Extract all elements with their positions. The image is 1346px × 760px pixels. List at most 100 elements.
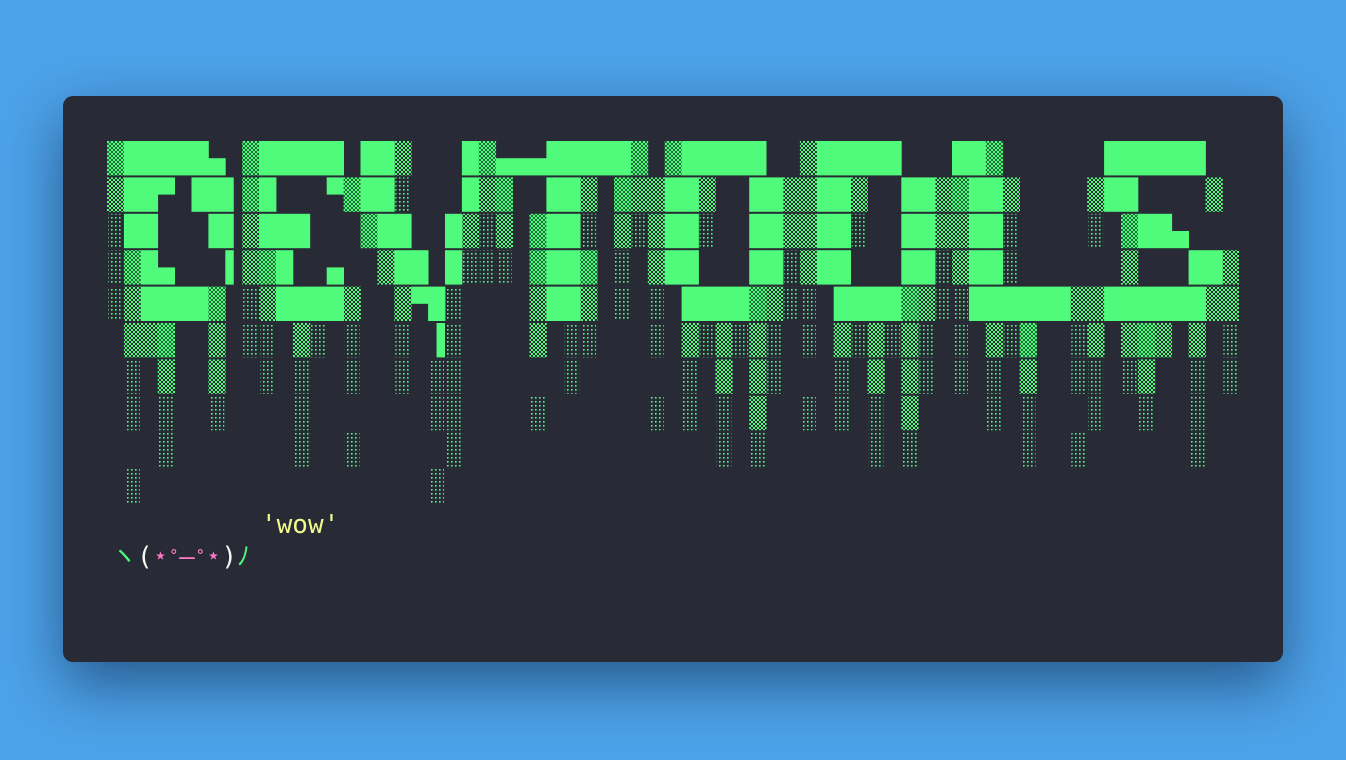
left-star: ⋆ bbox=[152, 542, 169, 572]
banner-block-full bbox=[749, 213, 767, 249]
banner-block-full bbox=[123, 213, 142, 249]
banner-block-full bbox=[191, 141, 209, 176]
banner-block-light bbox=[1138, 395, 1154, 431]
banner-block-dark bbox=[901, 286, 919, 321]
banner-block-medium bbox=[580, 177, 598, 212]
banner-block-dark bbox=[360, 213, 378, 249]
banner-block-full bbox=[681, 286, 699, 321]
banner-block-medium bbox=[292, 323, 311, 358]
banner-block-full bbox=[292, 286, 311, 321]
banner-block-full bbox=[563, 286, 581, 321]
banner-block-light bbox=[733, 323, 749, 358]
banner-block-medium bbox=[1087, 286, 1105, 321]
banner-block-medium bbox=[681, 323, 699, 358]
banner-block-medium bbox=[107, 177, 125, 212]
banner-block-full bbox=[157, 141, 175, 176]
banner-block-medium bbox=[1087, 177, 1105, 212]
banner-block-upper bbox=[411, 286, 429, 304]
banner-block-light bbox=[919, 323, 935, 358]
banner-block-light bbox=[310, 323, 326, 358]
banner-block-light bbox=[851, 323, 867, 358]
banner-block-left bbox=[225, 177, 234, 212]
banner-block-medium bbox=[1154, 323, 1173, 358]
banner-block-full bbox=[681, 177, 699, 212]
banner-block-full bbox=[563, 141, 581, 176]
banner-block-medium bbox=[157, 359, 175, 394]
banner-block-full bbox=[833, 141, 851, 176]
banner-block-full bbox=[833, 177, 851, 212]
banner-block-full bbox=[681, 213, 699, 249]
banner-block-dark bbox=[107, 141, 125, 176]
banner-block-light bbox=[344, 323, 360, 358]
banner-block-full bbox=[1188, 141, 1206, 176]
banner-block-full bbox=[1154, 213, 1173, 249]
banner-block-dark bbox=[529, 213, 547, 249]
banner-block-medium bbox=[935, 177, 953, 212]
banner-block-full bbox=[833, 213, 851, 249]
banner-block-light bbox=[699, 323, 715, 358]
banner-block-light bbox=[953, 286, 968, 321]
banner-block-full bbox=[259, 141, 277, 176]
banner-block-medium bbox=[1137, 359, 1156, 394]
banner-block-medium bbox=[1222, 250, 1239, 285]
banner-block-full bbox=[749, 177, 767, 212]
banner-block-medium bbox=[918, 286, 936, 321]
banner-block-dark bbox=[242, 177, 260, 212]
banner-block-full bbox=[191, 286, 209, 321]
banner-block-light bbox=[1020, 395, 1036, 431]
banner-block-dark bbox=[749, 286, 767, 321]
banner-block-medium bbox=[749, 323, 767, 358]
banner-block-light bbox=[496, 250, 512, 285]
banner-block-full bbox=[546, 286, 564, 321]
banner-block-upper bbox=[326, 177, 344, 195]
banner-block-full bbox=[850, 286, 868, 321]
banner-block-medium bbox=[343, 286, 361, 321]
banner-block-full bbox=[1053, 286, 1071, 321]
banner-block-light bbox=[395, 359, 411, 394]
banner-block-light bbox=[1071, 323, 1087, 358]
banner-block-medium bbox=[867, 323, 885, 358]
banner-block-full bbox=[614, 141, 632, 176]
banner-block-full bbox=[546, 177, 564, 212]
banner-block-medium bbox=[1205, 177, 1223, 212]
banner-block-full bbox=[968, 213, 987, 249]
banner-block-medium bbox=[749, 395, 767, 431]
banner-block-full bbox=[259, 177, 277, 212]
banner-block-medium bbox=[766, 286, 784, 321]
banner-block-light bbox=[260, 359, 275, 394]
banner-block-full bbox=[1121, 141, 1139, 176]
banner-block-full bbox=[191, 177, 209, 212]
banner-block-full bbox=[292, 213, 311, 249]
banner-block-full bbox=[445, 250, 463, 285]
banner-block-medium bbox=[242, 213, 260, 249]
banner-block-full bbox=[360, 141, 378, 176]
banner-block-full bbox=[985, 286, 1004, 321]
banner-block-dark bbox=[1121, 213, 1139, 249]
banner-block-medium bbox=[749, 359, 767, 394]
speech-bubble: 'wow' bbox=[261, 510, 340, 540]
banner-block-full bbox=[326, 286, 344, 321]
banner-block-full bbox=[1137, 213, 1156, 249]
banner-block-medium bbox=[1205, 286, 1223, 321]
banner-block-medium bbox=[140, 323, 159, 358]
banner-block-light bbox=[986, 395, 1002, 431]
banner-block-light bbox=[885, 323, 901, 358]
banner-block-medium bbox=[867, 359, 885, 394]
banner-block-full bbox=[918, 213, 936, 249]
banner-block-full bbox=[140, 177, 159, 212]
banner-block-light bbox=[1189, 432, 1205, 467]
banner-block-light bbox=[108, 286, 123, 321]
banner-block-full bbox=[123, 177, 142, 212]
banner-block-full bbox=[208, 177, 226, 212]
banner-block-full bbox=[597, 141, 615, 176]
banner-block-medium bbox=[123, 286, 142, 321]
banner-block-light bbox=[1189, 395, 1205, 431]
banner-block-light bbox=[581, 323, 597, 358]
banner-block-light bbox=[1088, 395, 1104, 431]
banner-block-full bbox=[732, 141, 750, 176]
banner-block-medium bbox=[901, 323, 919, 358]
banner-block-full bbox=[732, 286, 750, 321]
banner-block-dark bbox=[614, 177, 632, 212]
banner-block-dark bbox=[1137, 323, 1156, 358]
banner-block-light bbox=[108, 213, 123, 249]
